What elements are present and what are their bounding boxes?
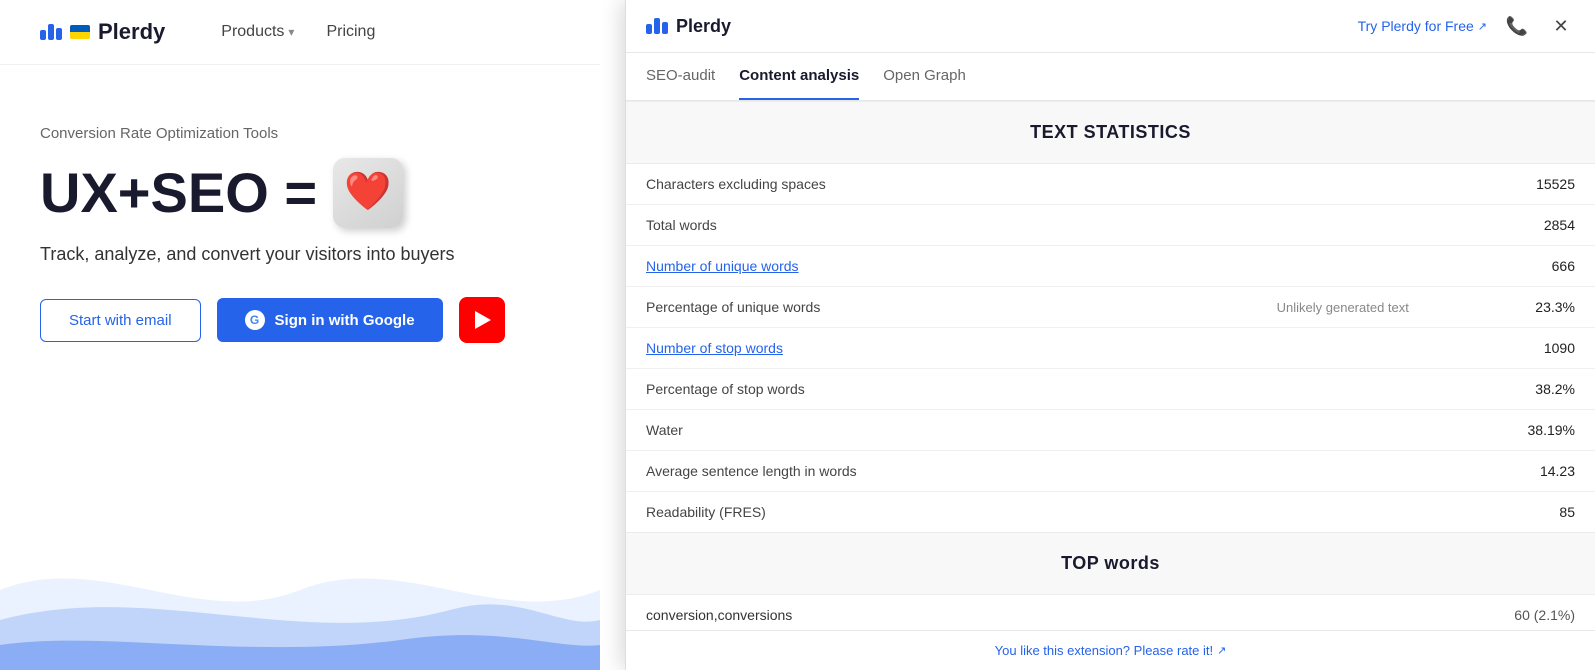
- main-nav: Plerdy Products ▾ Pricing: [0, 0, 600, 65]
- hero-buttons: Start with email G Sign in with Google: [40, 297, 560, 343]
- rate-extension-link[interactable]: You like this extension? Please rate it!…: [995, 643, 1227, 658]
- table-row: Total words 2854: [626, 205, 1595, 246]
- panel-header: Plerdy Try Plerdy for Free ↗ 📞 ✕: [626, 0, 1595, 53]
- website-background: Plerdy Products ▾ Pricing Conversion Rat…: [0, 0, 600, 670]
- stat-value-8: 85: [1429, 492, 1595, 533]
- panel-footer: You like this extension? Please rate it!…: [626, 630, 1595, 670]
- stat-label-6: Water: [626, 410, 1102, 451]
- logo-icon: [40, 24, 62, 40]
- table-row: Characters excluding spaces 15525: [626, 164, 1595, 205]
- stat-note-8: [1102, 492, 1429, 533]
- word-label-0: conversion,conversions: [626, 595, 1328, 630]
- stat-label-2[interactable]: Number of unique words: [626, 246, 1102, 287]
- hero-section: Conversion Rate Optimization Tools UX+SE…: [0, 65, 600, 383]
- hero-title: UX+SEO = ❤️: [40, 158, 560, 228]
- text-statistics-title: TEXT STATISTICS: [626, 102, 1595, 163]
- tab-content-analysis[interactable]: Content analysis: [739, 53, 859, 100]
- stat-value-6: 38.19%: [1429, 410, 1595, 451]
- panel-actions: Try Plerdy for Free ↗ 📞 ✕: [1358, 12, 1575, 40]
- stat-label-4[interactable]: Number of stop words: [626, 328, 1102, 369]
- wave-background: [0, 490, 600, 670]
- top-words-title: TOP words: [626, 533, 1595, 594]
- text-statistics-section: TEXT STATISTICS: [626, 101, 1595, 164]
- panel-logo-text: Plerdy: [676, 16, 731, 37]
- chevron-down-icon: ▾: [288, 25, 294, 39]
- nav-logo[interactable]: Plerdy: [40, 19, 165, 45]
- start-email-button[interactable]: Start with email: [40, 299, 201, 342]
- stat-value-3: 23.3%: [1429, 287, 1595, 328]
- hero-subtitle: Conversion Rate Optimization Tools: [40, 125, 560, 142]
- stat-label-3: Percentage of unique words: [626, 287, 1102, 328]
- top-words-table: conversion,conversions 60 (2.1%) tool,to…: [626, 595, 1595, 630]
- text-statistics-table: Characters excluding spaces 15525 Total …: [626, 164, 1595, 532]
- stat-label-1: Total words: [626, 205, 1102, 246]
- close-icon[interactable]: ✕: [1547, 12, 1575, 40]
- tab-open-graph[interactable]: Open Graph: [883, 53, 966, 100]
- stat-note-7: [1102, 451, 1429, 492]
- nav-pricing[interactable]: Pricing: [310, 15, 391, 49]
- stat-note-6: [1102, 410, 1429, 451]
- panel-logo-icon: [646, 18, 668, 34]
- stat-note-2: [1102, 246, 1429, 287]
- stat-note-3: Unlikely generated text: [1102, 287, 1429, 328]
- table-row: Water 38.19%: [626, 410, 1595, 451]
- stat-label-5: Percentage of stop words: [626, 369, 1102, 410]
- stat-value-2: 666: [1429, 246, 1595, 287]
- table-row: Average sentence length in words 14.23: [626, 451, 1595, 492]
- heart-icon: ❤️: [333, 158, 403, 228]
- table-row: Percentage of unique words Unlikely gene…: [626, 287, 1595, 328]
- table-row: conversion,conversions 60 (2.1%): [626, 595, 1595, 630]
- table-row: Number of stop words 1090: [626, 328, 1595, 369]
- sign-in-google-button[interactable]: G Sign in with Google: [217, 298, 443, 342]
- stat-label-8: Readability (FRES): [626, 492, 1102, 533]
- stat-note-5: [1102, 369, 1429, 410]
- table-row: Number of unique words 666: [626, 246, 1595, 287]
- panel-content[interactable]: TEXT STATISTICS Characters excluding spa…: [626, 101, 1595, 630]
- word-value-0: 60 (2.1%): [1328, 595, 1595, 630]
- extension-panel: Plerdy Try Plerdy for Free ↗ 📞 ✕ SEO-aud…: [625, 0, 1595, 670]
- tab-seo-audit[interactable]: SEO-audit: [646, 53, 715, 100]
- stat-value-4: 1090: [1429, 328, 1595, 369]
- stat-value-1: 2854: [1429, 205, 1595, 246]
- footer-external-link-icon: ↗: [1217, 644, 1226, 657]
- youtube-play-icon: [475, 311, 491, 329]
- stat-label-0: Characters excluding spaces: [626, 164, 1102, 205]
- nav-links: Products ▾ Pricing: [205, 15, 391, 49]
- ukraine-flag-icon: [70, 25, 90, 39]
- nav-products[interactable]: Products ▾: [205, 15, 310, 49]
- try-plerdy-link[interactable]: Try Plerdy for Free ↗: [1358, 18, 1487, 34]
- top-words-section: TOP words: [626, 532, 1595, 595]
- stat-note-1: [1102, 205, 1429, 246]
- stat-value-5: 38.2%: [1429, 369, 1595, 410]
- stat-value-7: 14.23: [1429, 451, 1595, 492]
- hero-description: Track, analyze, and convert your visitor…: [40, 244, 560, 265]
- external-link-icon: ↗: [1478, 20, 1487, 33]
- stat-label-7: Average sentence length in words: [626, 451, 1102, 492]
- panel-logo[interactable]: Plerdy: [646, 16, 731, 37]
- table-row: Readability (FRES) 85: [626, 492, 1595, 533]
- phone-icon[interactable]: 📞: [1503, 12, 1531, 40]
- youtube-button[interactable]: [459, 297, 505, 343]
- google-icon: G: [245, 310, 265, 330]
- stat-note-0: [1102, 164, 1429, 205]
- panel-tabs: SEO-audit Content analysis Open Graph: [626, 53, 1595, 101]
- logo-text: Plerdy: [98, 19, 165, 45]
- table-row: Percentage of stop words 38.2%: [626, 369, 1595, 410]
- stat-value-0: 15525: [1429, 164, 1595, 205]
- stat-note-4: [1102, 328, 1429, 369]
